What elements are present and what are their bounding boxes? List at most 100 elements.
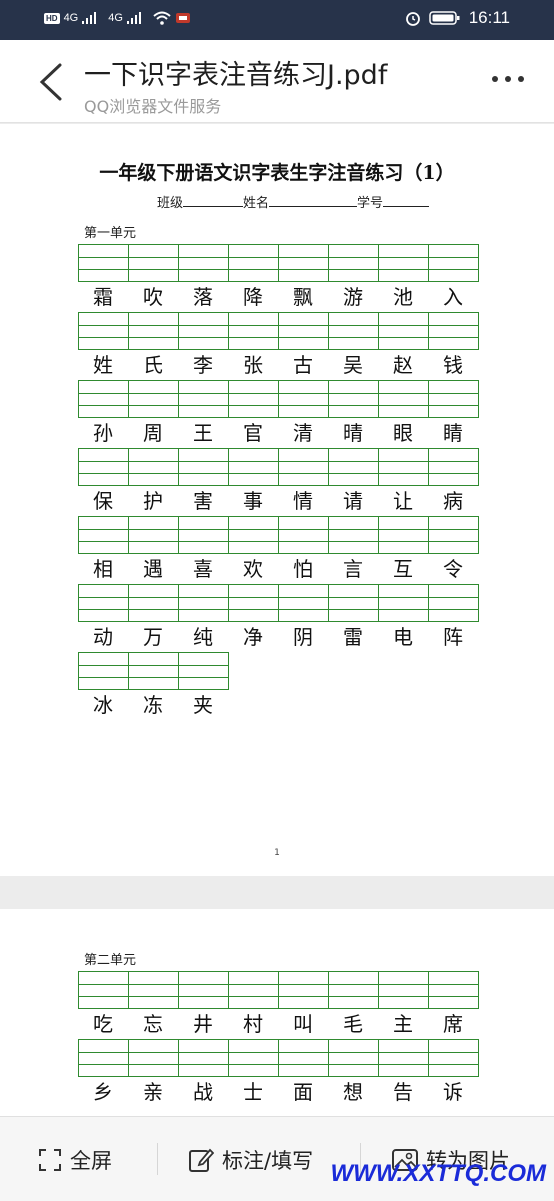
hanzi-character: 落	[193, 285, 213, 309]
fullscreen-button[interactable]: 全屏	[38, 1145, 112, 1175]
pinyin-cell	[179, 972, 229, 1008]
unit-label-1: 第一单元	[84, 226, 137, 241]
status-right: 16:11	[405, 8, 510, 28]
pinyin-grid-row	[78, 652, 229, 690]
hanzi-character: 电	[393, 625, 413, 649]
hanzi-character: 令	[443, 557, 463, 581]
page-number: 1	[274, 848, 280, 858]
hanzi-character: 村	[243, 1012, 263, 1036]
pinyin-cell	[379, 1040, 429, 1076]
pinyin-cell	[429, 585, 479, 621]
pinyin-cell	[329, 381, 379, 417]
pinyin-cell	[129, 245, 179, 281]
pinyin-cell	[429, 313, 479, 349]
hanzi-character: 喜	[193, 557, 213, 581]
pinyin-cell	[379, 313, 429, 349]
hanzi-character: 清	[293, 421, 313, 445]
class-label: 班级	[157, 196, 184, 211]
hanzi-character: 孙	[93, 421, 113, 445]
pinyin-cell	[229, 313, 279, 349]
pinyin-cell	[229, 517, 279, 553]
pinyin-cell	[329, 517, 379, 553]
hanzi-character: 夹	[193, 693, 213, 717]
pinyin-cell	[379, 449, 429, 485]
hanzi-character: 病	[443, 489, 463, 513]
pinyin-cell	[79, 313, 129, 349]
hanzi-character: 飘	[293, 285, 313, 309]
pinyin-cell	[279, 245, 329, 281]
hanzi-character: 万	[143, 625, 163, 649]
pinyin-cell	[429, 517, 479, 553]
hanzi-character: 雷	[343, 625, 363, 649]
pinyin-grid-row	[78, 516, 479, 554]
pinyin-grid-row	[78, 1039, 479, 1077]
pinyin-cell	[229, 972, 279, 1008]
hanzi-character: 诉	[443, 1080, 463, 1104]
annotate-button[interactable]: 标注/填写	[188, 1145, 313, 1175]
id-label: 学号	[357, 196, 384, 211]
pinyin-cell	[279, 1040, 329, 1076]
pinyin-cell	[329, 972, 379, 1008]
pinyin-cell	[429, 245, 479, 281]
hanzi-character: 乡	[93, 1080, 113, 1104]
pinyin-cell	[429, 1040, 479, 1076]
hanzi-character: 毛	[343, 1012, 363, 1036]
status-bar: HD 4G 4G 16:11	[0, 0, 554, 40]
network-label-2: 4G	[108, 12, 123, 24]
pinyin-cell	[329, 585, 379, 621]
pinyin-cell	[79, 517, 129, 553]
pinyin-grid-row	[78, 244, 479, 282]
pinyin-cell	[79, 245, 129, 281]
app-header: 一下识字表注音练习J.pdf QQ浏览器文件服务	[0, 40, 554, 123]
hanzi-character: 李	[193, 353, 213, 377]
pinyin-cell	[279, 381, 329, 417]
hanzi-character: 游	[343, 285, 363, 309]
pinyin-cell	[279, 313, 329, 349]
pinyin-cell	[129, 1040, 179, 1076]
pinyin-grid-row	[78, 312, 479, 350]
pinyin-cell	[279, 585, 329, 621]
pinyin-cell	[179, 517, 229, 553]
pinyin-cell	[129, 653, 179, 689]
clock: 16:11	[468, 8, 510, 27]
pinyin-cell	[79, 585, 129, 621]
pinyin-cell	[79, 972, 129, 1008]
hanzi-character: 姓	[93, 353, 113, 377]
hanzi-character: 眼	[393, 421, 413, 445]
pinyin-cell	[79, 1040, 129, 1076]
hanzi-character: 互	[393, 557, 413, 581]
toolbar-divider	[157, 1143, 158, 1175]
more-options-icon[interactable]	[492, 76, 524, 82]
pinyin-cell	[429, 449, 479, 485]
hanzi-character: 面	[293, 1080, 313, 1104]
back-arrow-icon[interactable]	[34, 62, 70, 102]
pinyin-cell	[329, 449, 379, 485]
pinyin-cell	[329, 1040, 379, 1076]
pinyin-cell	[179, 449, 229, 485]
hanzi-character: 吃	[93, 1012, 113, 1036]
pdf-page-2[interactable]: 第二单元 吃 忘 井 村 叫 毛 主 席乡 亲 战 士 面 想 告 诉	[0, 909, 554, 1129]
pinyin-cell	[429, 972, 479, 1008]
hanzi-character: 氏	[143, 353, 163, 377]
character-row: 吃忘井村叫毛主席	[78, 1011, 478, 1037]
hanzi-character: 纯	[193, 625, 213, 649]
hanzi-character: 欢	[243, 557, 263, 581]
hanzi-character: 保	[93, 489, 113, 513]
hanzi-character: 叫	[293, 1012, 313, 1036]
pinyin-cell	[179, 313, 229, 349]
pdf-page-1[interactable]: 一年级下册语文识字表生字注音练习（1） 班级 姓名 学号 第一单元 霜 吹 落 降 飘 游 池 入…	[0, 124, 554, 876]
file-title: 一下识字表注音练习J.pdf	[84, 60, 388, 91]
pinyin-cell	[279, 517, 329, 553]
hanzi-character: 晴	[343, 421, 363, 445]
annotate-label: 标注/填写	[222, 1149, 314, 1173]
pinyin-cell	[279, 972, 329, 1008]
fullscreen-label: 全屏	[70, 1149, 112, 1173]
hanzi-character: 王	[193, 421, 213, 445]
hanzi-character: 阴	[293, 625, 313, 649]
signal-icon-2	[126, 12, 149, 24]
hanzi-character: 入	[443, 285, 463, 309]
pinyin-cell	[229, 381, 279, 417]
hanzi-character: 降	[243, 285, 263, 309]
hanzi-character: 相	[93, 557, 113, 581]
hanzi-character: 事	[243, 489, 263, 513]
